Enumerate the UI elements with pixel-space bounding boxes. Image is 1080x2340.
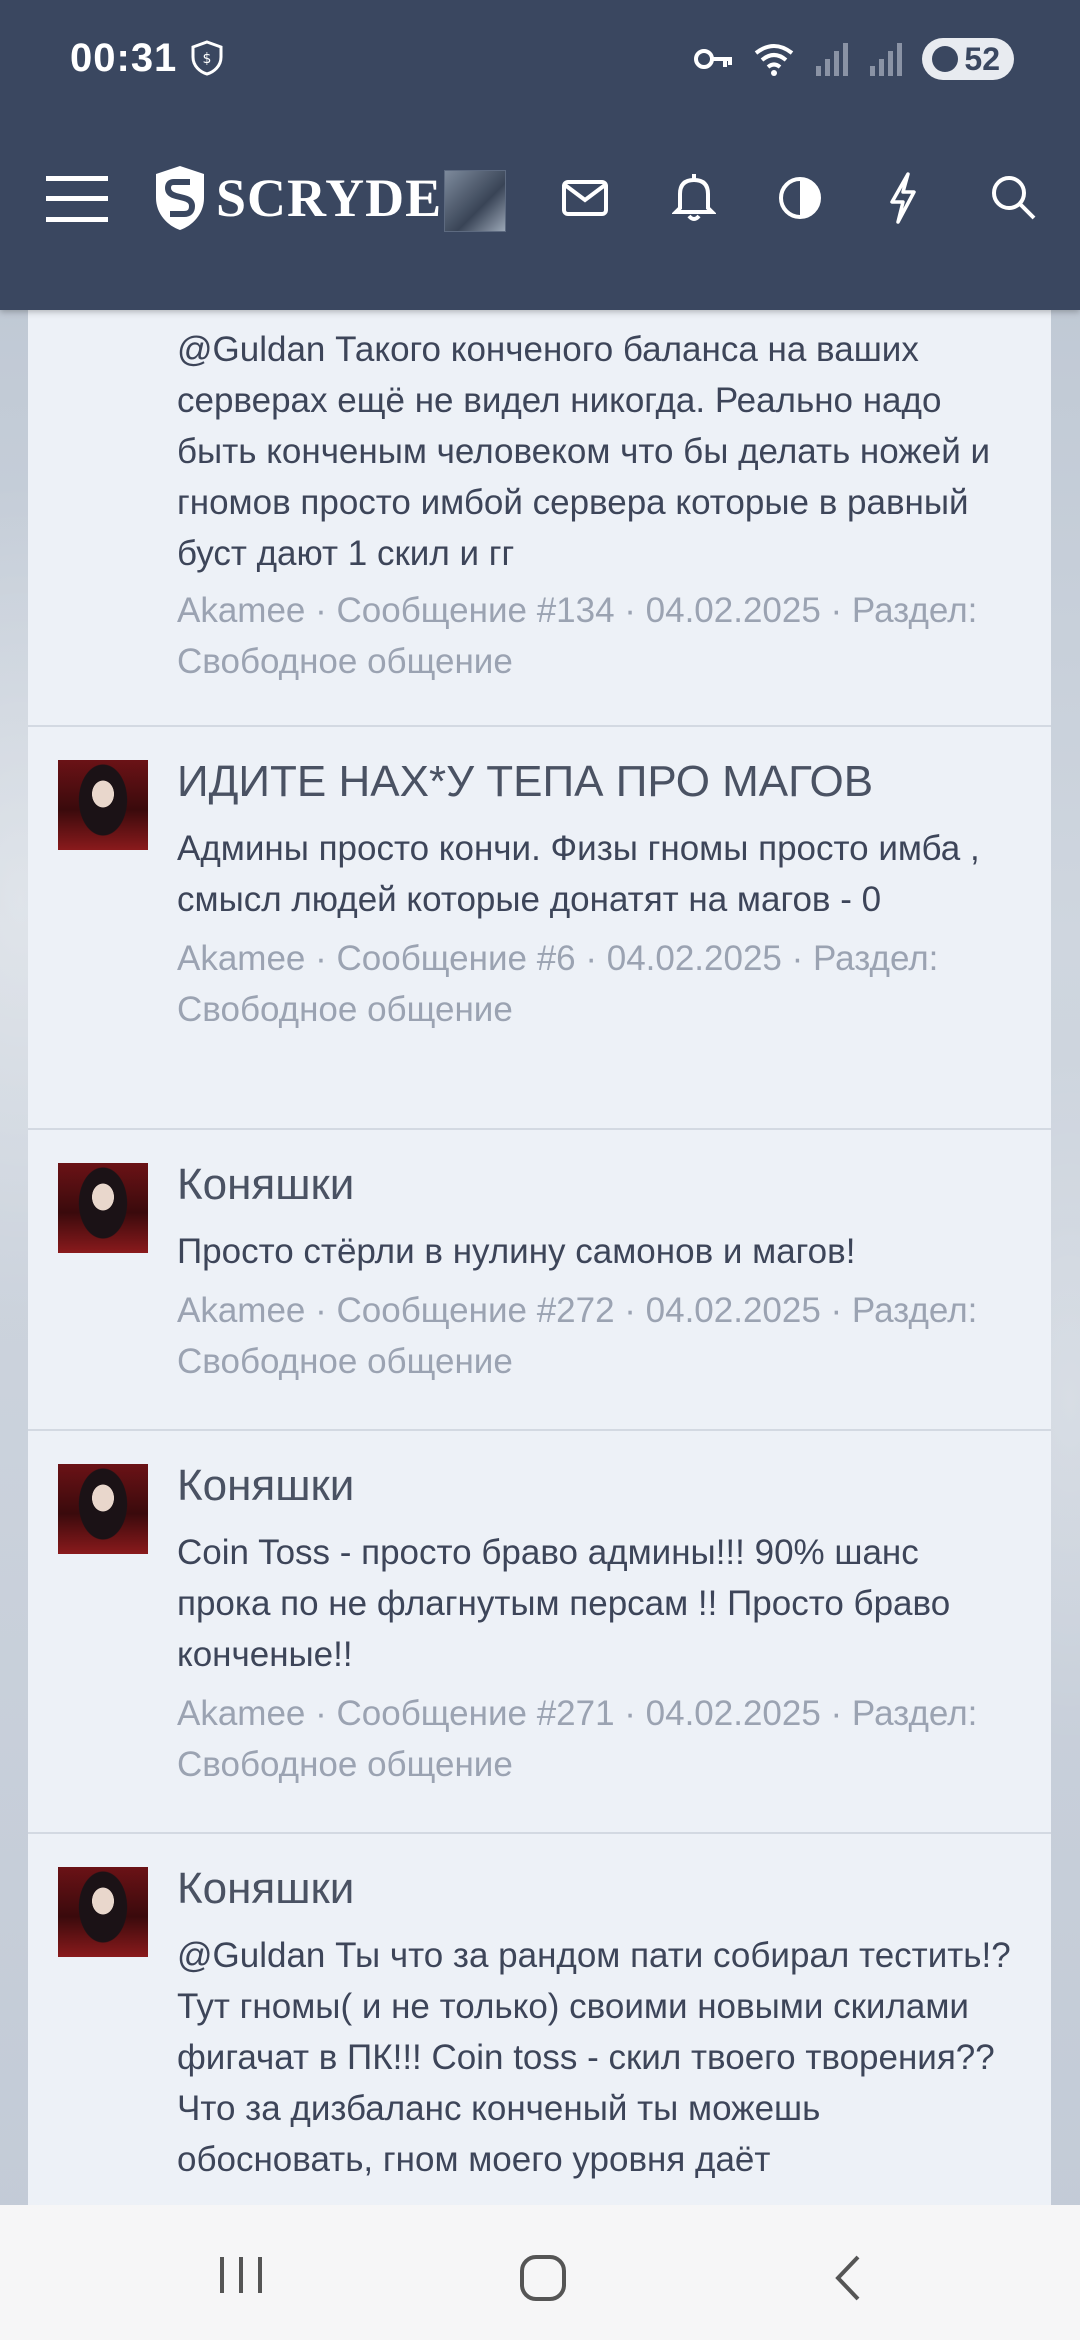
search-results-list: @Guldan Такого конченого баланса на ваши… xyxy=(28,200,1051,2210)
author-avatar[interactable] xyxy=(58,760,148,850)
user-avatar-thumb[interactable] xyxy=(444,170,506,232)
result-item[interactable]: Коняшки Просто стёрли в нулину самонов и… xyxy=(28,1130,1051,1431)
recent-apps-icon[interactable] xyxy=(216,2253,266,2297)
result-title[interactable]: Коняшки xyxy=(177,1158,1021,1212)
status-time: 00:31 xyxy=(70,36,178,80)
signal-icon xyxy=(816,43,849,76)
home-icon[interactable] xyxy=(518,2253,568,2303)
author-avatar[interactable] xyxy=(58,1163,148,1253)
menu-icon[interactable] xyxy=(46,174,108,224)
result-item[interactable]: Коняшки Coin Toss - просто браво админы!… xyxy=(28,1431,1051,1834)
logo-text: SCRYDE xyxy=(216,168,443,228)
system-nav-bar xyxy=(0,2205,1080,2340)
vpn-shield-icon: $ xyxy=(191,40,223,76)
theme-toggle-icon[interactable] xyxy=(778,176,822,220)
result-meta[interactable]: Akamee · Сообщение #271 · 04.02.2025 · Р… xyxy=(177,1688,1021,1790)
top-header: 00:31 $ 52 SCRYDE xyxy=(0,0,1080,310)
result-title[interactable]: Коняшки xyxy=(177,1459,1021,1513)
battery-level: 52 xyxy=(964,40,1000,77)
site-logo[interactable]: SCRYDE xyxy=(154,164,442,232)
result-item[interactable]: ИДИТЕ НАХ*У ТЕПА ПРО МАГОВ Админы просто… xyxy=(28,727,1051,1130)
result-snippet: @Guldan Ты что за рандом пати собирал те… xyxy=(177,1936,1011,2179)
bell-icon[interactable] xyxy=(672,172,716,222)
back-icon[interactable] xyxy=(828,2253,868,2303)
result-item[interactable]: Коняшки @Guldan Ты что за рандом пати со… xyxy=(28,1834,1051,2210)
result-snippet: Coin Toss - просто браво админы!!! 90% ш… xyxy=(177,1533,951,1674)
signal-icon-2 xyxy=(870,43,903,76)
author-avatar[interactable] xyxy=(58,1867,148,1957)
result-snippet: @Guldan Такого конченого баланса на ваши… xyxy=(177,330,991,573)
logo-shield-icon xyxy=(156,166,204,230)
search-icon[interactable] xyxy=(990,174,1036,220)
battery-saver-icon xyxy=(932,46,959,72)
result-meta[interactable]: Akamee · Сообщение #272 · 04.02.2025 · Р… xyxy=(177,1285,1021,1387)
result-title[interactable]: Коняшки xyxy=(177,1862,1021,1916)
key-icon xyxy=(694,49,733,69)
author-avatar[interactable] xyxy=(58,1464,148,1554)
site-nav: SCRYDE xyxy=(0,150,1080,250)
result-snippet: Просто стёрли в нулину самонов и магов! xyxy=(177,1232,856,1271)
lightning-icon[interactable] xyxy=(888,172,918,224)
result-title[interactable]: ИДИТЕ НАХ*У ТЕПА ПРО МАГОВ xyxy=(177,755,1021,809)
result-meta[interactable]: Akamee · Сообщение #6 · 04.02.2025 · Раз… xyxy=(177,933,1021,1035)
svg-text:$: $ xyxy=(203,51,212,67)
battery-indicator: 52 xyxy=(922,38,1014,80)
wifi-icon xyxy=(755,44,794,76)
status-bar: 00:31 $ 52 xyxy=(0,0,1080,118)
result-snippet: Админы просто кончи. Физы гномы просто и… xyxy=(177,829,980,919)
mail-icon[interactable] xyxy=(562,180,608,216)
status-right: 52 xyxy=(694,36,1014,82)
result-meta[interactable]: Akamee · Сообщение #134 · 04.02.2025 · Р… xyxy=(177,585,1021,687)
